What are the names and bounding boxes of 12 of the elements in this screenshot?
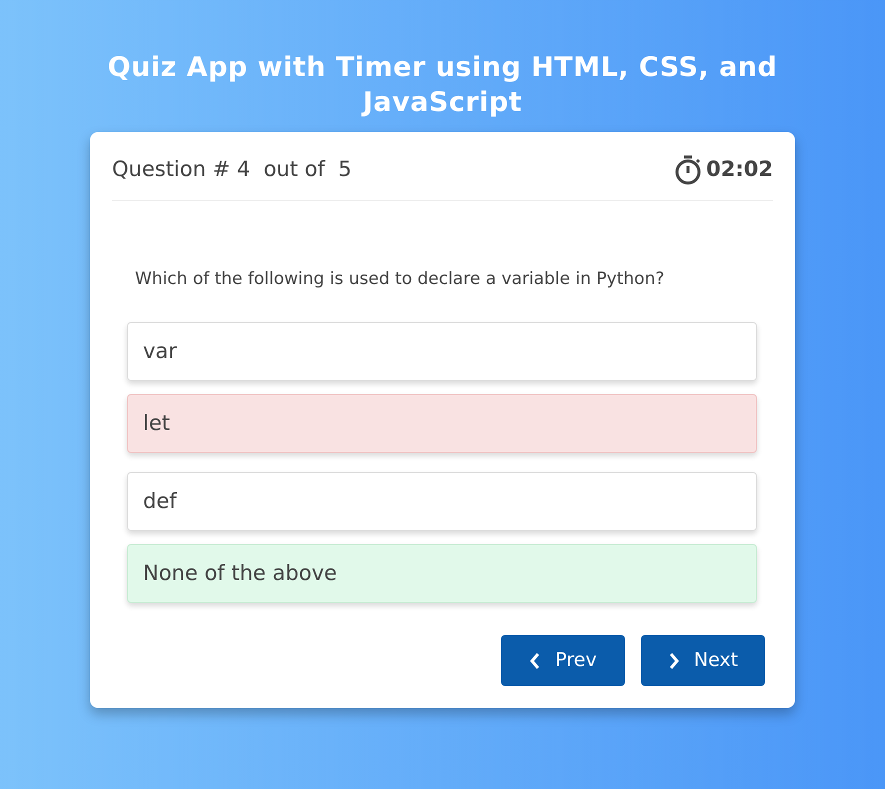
stopwatch-icon	[674, 154, 702, 185]
question-text: Which of the following is used to declare a variable in Python?	[135, 268, 666, 290]
answer-option[interactable]: let	[127, 394, 757, 453]
chevron-right-icon	[668, 652, 680, 670]
chevron-left-icon	[529, 652, 542, 670]
page-title: Quiz App with Timer using HTML, CSS, and JavaScript	[106, 51, 778, 120]
next-button[interactable]: Next	[641, 635, 765, 686]
prev-button[interactable]: Prev	[501, 635, 625, 686]
answer-option[interactable]: None of the above	[127, 544, 757, 603]
answer-option[interactable]: def	[127, 472, 757, 531]
answer-option[interactable]: var	[127, 322, 757, 381]
timer: 02:02	[706, 156, 773, 183]
